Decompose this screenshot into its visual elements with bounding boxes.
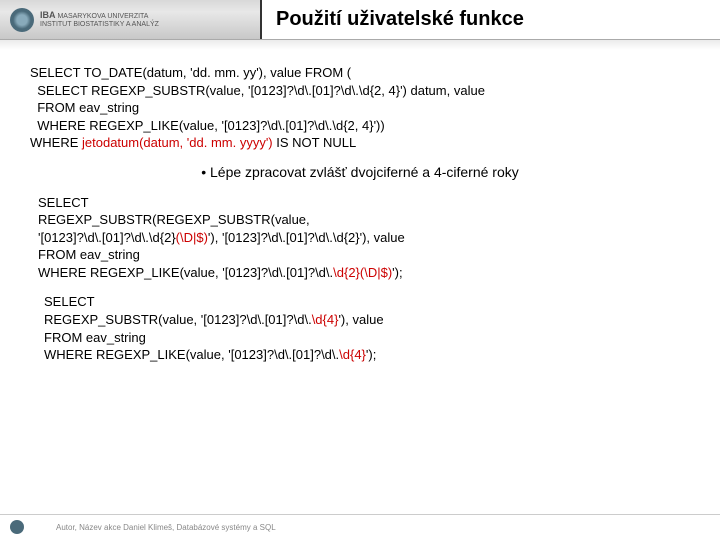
code-block-3: SELECT REGEXP_SUBSTR(value, '[0123]?\d\.… [30, 293, 690, 363]
page-title: Použití uživatelské funkce [276, 8, 524, 31]
iba-logo-icon [10, 8, 34, 32]
logo-line2: INSTITUT BIOSTATISTIKY A ANALÝZ [40, 21, 159, 28]
regex-pattern: \d{2}(\D|$) [333, 265, 392, 280]
user-fn: jetodatum(datum, 'dd. mm. yyyy') [82, 135, 273, 150]
footer: Autor, Název akce Daniel Klimeš, Databáz… [0, 514, 720, 534]
logo-text: IBA MASARYKOVA UNIVERZITA INSTITUT BIOST… [40, 11, 159, 29]
code-block-1: SELECT TO_DATE(datum, 'dd. mm. yy'), val… [30, 64, 690, 152]
content: SELECT TO_DATE(datum, 'dd. mm. yy'), val… [0, 50, 720, 364]
title-area: Použití uživatelské funkce [260, 0, 720, 39]
footer-text: Autor, Název akce Daniel Klimeš, Databáz… [56, 523, 276, 532]
footer-logo-icon [10, 520, 24, 534]
regex-pattern: \d{4} [339, 347, 366, 362]
header-shadow [0, 40, 720, 50]
header-bar: IBA MASARYKOVA UNIVERZITA INSTITUT BIOST… [0, 0, 720, 40]
bullet-note: • Lépe zpracovat zvlášť dvojciferné a 4-… [30, 164, 690, 180]
code-block-2: SELECT REGEXP_SUBSTR(REGEXP_SUBSTR(value… [30, 194, 690, 282]
logo-iba: IBA [40, 10, 56, 20]
logo-area: IBA MASARYKOVA UNIVERZITA INSTITUT BIOST… [0, 8, 260, 32]
regex-pattern: \d{4} [312, 312, 339, 327]
regex-pattern: (\D|$) [176, 230, 208, 245]
logo-line1: MASARYKOVA UNIVERZITA [57, 13, 148, 20]
